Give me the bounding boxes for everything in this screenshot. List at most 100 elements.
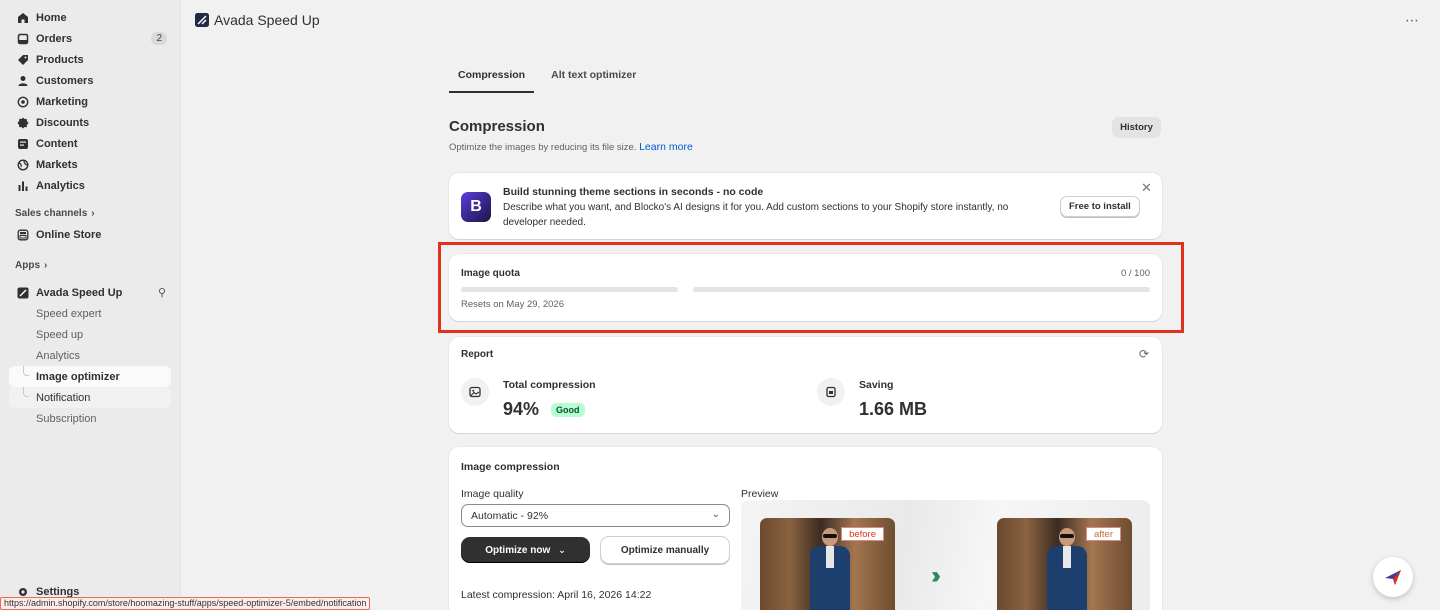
total-compression-value: 94% [503,399,540,419]
sidebar-item-label: Discounts [36,116,90,129]
sidebar-item-label: Settings [36,585,80,598]
pin-icon[interactable]: ⚲ [158,286,166,299]
sidebar-item-orders[interactable]: Orders 2 [0,28,180,49]
person-icon [17,75,29,87]
free-to-install-button[interactable]: Free to install [1060,196,1140,217]
sidebar-item-label: Products [36,53,84,66]
learn-more-link[interactable]: Learn more [639,141,693,153]
status-badge: Good [551,403,585,417]
sidebar-item-avada-speed-up[interactable]: Avada Speed Up ⚲ [0,282,180,303]
optimize-manually-button[interactable]: Optimize manually [600,536,730,564]
chat-launcher-button[interactable] [1373,557,1413,597]
target-icon [17,96,29,108]
sidebar-subitem-subscription[interactable]: Subscription [9,408,171,429]
subitem-label: Analytics [36,349,81,362]
sidebar-item-discounts[interactable]: Discounts [0,112,180,133]
sidebar: Home Orders 2 Products Customers Marketi… [0,0,180,610]
avada-logo-icon [195,13,209,27]
before-tag: before [841,527,884,541]
apps-header[interactable]: Apps › [0,255,180,276]
page-subtitle: Optimize the images by reducing its file… [449,141,693,153]
tree-connector [23,387,29,397]
subtitle-text: Optimize the images by reducing its file… [449,142,637,153]
app-title: Avada Speed Up [214,12,320,28]
globe-icon [17,158,29,171]
tag-icon [17,54,29,66]
report-title: Report [461,349,494,360]
sidebar-subitem-image-optimizer[interactable]: Image optimizer [9,366,171,387]
orders-count-badge: 2 [151,32,167,45]
sidebar-item-label: Avada Speed Up [36,286,123,299]
model-figure [1047,528,1087,610]
before-image: before [760,518,895,610]
subitem-label: Speed expert [36,307,102,320]
avada-app-icon [17,287,29,299]
total-compression-label: Total compression [503,379,596,391]
sidebar-item-label: Analytics [36,179,85,192]
sidebar-item-markets[interactable]: Markets [0,154,180,175]
home-icon [17,12,29,24]
selected-quality: Automatic - 92% [471,510,549,522]
more-actions-icon[interactable]: ⋯ [1405,12,1420,29]
orders-icon [17,33,29,45]
chevron-down-icon[interactable]: ⌄ [558,545,566,556]
sidebar-item-marketing[interactable]: Marketing [0,91,180,112]
chevron-down-icon: ⌄ [711,509,720,520]
after-tag: after [1085,527,1121,541]
app-header: Avada Speed Up [195,12,320,28]
promo-description: Describe what you want, and Blocko's AI … [503,202,1009,228]
sidebar-item-analytics[interactable]: Analytics [0,175,180,196]
gear-icon [17,586,29,598]
store-icon [17,229,29,241]
discount-icon [17,117,29,129]
annotation-highlight-box [438,242,1184,333]
optimize-now-button[interactable]: Optimize now ⌄ [461,537,590,563]
sidebar-subitem-speed-expert[interactable]: Speed expert [9,303,171,324]
tab-bar: Compression Alt text optimizer [449,64,645,93]
send-arrow-icon [1385,570,1401,585]
image-quality-select[interactable]: Automatic - 92% ⌄ [461,504,730,527]
sidebar-subitem-analytics[interactable]: Analytics [9,345,171,366]
chevron-right-icon: › [44,260,48,271]
subitem-label: Image optimizer [36,370,120,383]
double-chevron-right-icon: ›› [931,562,941,589]
image-quality-label: Image quality [461,488,524,500]
sidebar-item-label: Markets [36,158,78,171]
sidebar-item-label: Content [36,137,78,150]
sidebar-subitem-notification[interactable]: Notification [9,387,171,408]
sidebar-item-online-store[interactable]: Online Store [0,224,180,245]
bar-chart-icon [17,180,29,192]
sidebar-item-content[interactable]: Content [0,133,180,154]
report-card: Report ⟳ Total compression 94% Good Savi… [449,337,1162,433]
blocko-logo-icon: B [461,192,491,222]
tab-compression[interactable]: Compression [449,64,535,93]
status-bar-url: https://admin.shopify.com/store/hoomazin… [0,597,371,610]
optimize-now-label: Optimize now [485,544,551,556]
subitem-label: Notification [36,391,91,404]
close-icon[interactable]: ✕ [1141,180,1152,196]
page-title: Compression [449,118,545,135]
sidebar-item-label: Home [36,11,67,24]
promo-title: Build stunning theme sections in seconds… [503,186,764,198]
preview-panel: before ›› after [741,500,1150,610]
apps-label: Apps [15,260,40,271]
sidebar-subitem-speed-up[interactable]: Speed up [9,324,171,345]
refresh-icon[interactable]: ⟳ [1139,347,1149,361]
after-image: after [997,518,1132,610]
content-icon [17,138,29,150]
sidebar-item-label: Online Store [36,228,102,241]
latest-compression-text: Latest compression: April 16, 2026 14:22 [461,589,652,601]
sales-channels-header[interactable]: Sales channels › [0,203,180,224]
image-compression-card: Image compression Image quality Automati… [449,447,1162,610]
sidebar-item-customers[interactable]: Customers [0,70,180,91]
history-button[interactable]: History [1112,117,1161,138]
sidebar-item-home[interactable]: Home [0,7,180,28]
image-icon [461,378,489,406]
sidebar-item-products[interactable]: Products [0,49,180,70]
storage-icon [817,378,845,406]
subitem-label: Subscription [36,412,97,425]
tab-alt-text-optimizer[interactable]: Alt text optimizer [542,64,645,93]
chevron-right-icon: › [91,208,95,219]
sidebar-item-label: Orders [36,32,73,45]
tree-connector [23,366,29,376]
